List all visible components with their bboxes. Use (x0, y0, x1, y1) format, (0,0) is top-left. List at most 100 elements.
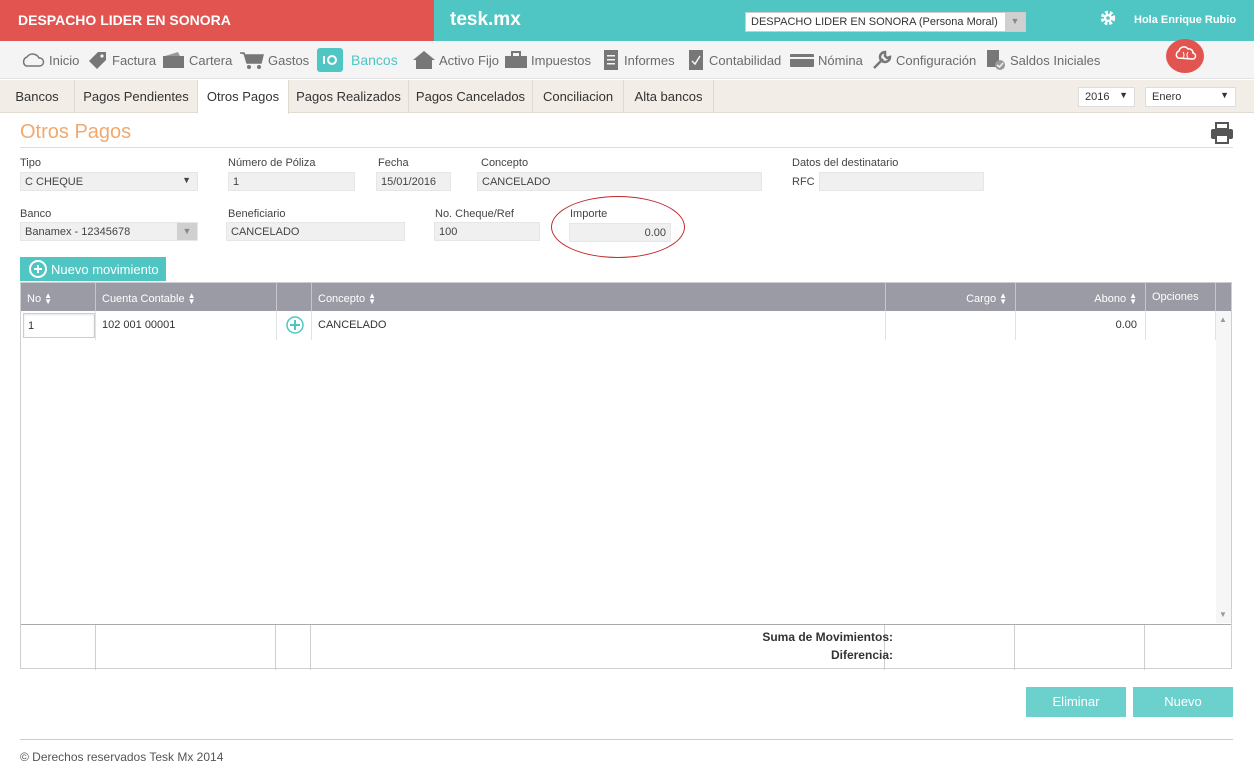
cheque-field[interactable]: 100 (434, 222, 540, 241)
banco-label: Banco (20, 208, 52, 220)
row-add-button[interactable] (277, 311, 312, 340)
row-cuenta[interactable]: 102 001 00001 (96, 311, 277, 340)
scroll-down-icon[interactable]: ▼ (1219, 610, 1227, 619)
user-greeting[interactable]: Hola Enrique Rubio (1134, 14, 1236, 26)
column-header-cuenta[interactable]: Cuenta Contable ▲ ▼ (96, 283, 277, 311)
company-banner: DESPACHO LIDER EN SONORA (0, 0, 434, 41)
row-abono[interactable]: 0.00 (1016, 311, 1146, 340)
main-nav: Inicio Factura Cartera Gastos Bancos Act… (0, 41, 1254, 79)
column-header-spacer (1216, 283, 1231, 311)
summary-cell (276, 625, 311, 670)
assistant-button[interactable] (1166, 39, 1204, 73)
concepto-field[interactable]: CANCELADO (477, 172, 762, 191)
nav-label: Bancos (351, 52, 398, 68)
banco-value: Banamex - 12345678 (25, 226, 131, 238)
briefcase-icon (505, 51, 527, 68)
nav-item-contabilidad[interactable]: Contabilidad (686, 41, 781, 79)
sort-icon: ▲ ▼ (1129, 291, 1137, 307)
summary-cargo (885, 625, 1015, 670)
nav-label: Activo Fijo (439, 52, 499, 68)
column-label: Abono (1094, 293, 1127, 305)
plus-circle-icon (286, 316, 304, 334)
column-header-concepto[interactable]: Concepto ▲ ▼ (312, 283, 886, 311)
sub-tabs: Bancos Pagos Pendientes Otros Pagos Pago… (0, 80, 1254, 114)
card-icon (790, 54, 814, 67)
tab-conciliacion[interactable]: Conciliacion (533, 80, 624, 113)
tab-pagos-cancelados[interactable]: Pagos Cancelados (409, 80, 533, 113)
nav-label: Inicio (49, 52, 80, 68)
poliza-field[interactable]: 1 (228, 172, 355, 191)
page-title: Otros Pagos (20, 121, 132, 143)
delete-button[interactable]: Eliminar (1026, 687, 1126, 717)
fecha-label: Fecha (378, 157, 409, 169)
beneficiario-field[interactable]: CANCELADO (226, 222, 405, 241)
row-cargo[interactable] (886, 311, 1016, 340)
column-header-cargo[interactable]: Cargo ▲ ▼ (886, 283, 1016, 311)
nav-item-configuracion[interactable]: Configuración (871, 41, 976, 79)
scroll-up-icon[interactable]: ▲ (1219, 315, 1227, 324)
nav-item-cartera[interactable]: Cartera (162, 41, 232, 79)
column-label: Cargo (966, 293, 997, 305)
brand-logo[interactable]: tesk.mx (450, 9, 521, 31)
year-select[interactable]: 2016 ▼ (1078, 87, 1135, 107)
print-icon[interactable] (1210, 122, 1234, 144)
tab-otros-pagos[interactable]: Otros Pagos (198, 80, 289, 114)
new-button[interactable]: Nuevo (1133, 687, 1233, 717)
cart-icon (240, 52, 264, 69)
nav-label: Nómina (818, 52, 863, 68)
tab-pagos-realizados[interactable]: Pagos Realizados (289, 80, 409, 113)
nav-item-informes[interactable]: Informes (601, 41, 675, 79)
nav-label: Informes (624, 52, 675, 68)
diff-label: Diferencia: (830, 648, 893, 662)
nav-item-factura[interactable]: Factura (87, 41, 156, 79)
tipo-value: C CHEQUE (25, 176, 84, 188)
column-label: Cuenta Contable (102, 293, 185, 305)
wrench-icon (873, 50, 892, 69)
wallet-icon (163, 52, 184, 68)
scrollbar[interactable]: ▲ ▼ (1216, 311, 1231, 623)
new-movement-button[interactable]: Nuevo movimiento (20, 257, 166, 281)
sort-icon: ▲ ▼ (187, 291, 196, 307)
nav-item-activo-fijo[interactable]: Activo Fijo (412, 41, 499, 79)
month-select[interactable]: Enero ▼ (1145, 87, 1236, 107)
concepto-label: Concepto (481, 157, 529, 169)
row-concepto[interactable]: CANCELADO (312, 311, 886, 340)
column-header-abono[interactable]: Abono ▲ ▼ (1016, 283, 1146, 311)
tab-pagos-pendientes[interactable]: Pagos Pendientes (75, 80, 198, 113)
chevron-down-icon: ▼ (1119, 90, 1128, 100)
banco-select[interactable]: Banamex - 12345678 ▼ (20, 222, 198, 241)
gear-icon[interactable] (1099, 9, 1117, 27)
rfc-field[interactable] (819, 172, 984, 191)
column-label: Concepto (318, 293, 366, 305)
tab-bancos[interactable]: Bancos (0, 80, 75, 113)
row-no-input[interactable]: 1 (23, 313, 95, 338)
sort-icon: ▲ ▼ (999, 291, 1007, 307)
house-icon (413, 51, 435, 69)
nav-item-inicio[interactable]: Inicio (20, 41, 79, 79)
cloud-icon (22, 53, 45, 67)
footer-copyright: © Derechos reservados Tesk Mx 2014 (20, 750, 224, 762)
nav-item-nomina[interactable]: Nómina (789, 41, 863, 79)
nav-item-saldos-iniciales[interactable]: Saldos Iniciales (985, 41, 1100, 79)
column-header-opciones: Opciones (1146, 283, 1216, 311)
row-opciones[interactable] (1146, 311, 1216, 340)
movements-table: No ▲ ▼ Cuenta Contable ▲ ▼ Concepto ▲ ▼ Cargo ▲… (20, 282, 1232, 670)
rfc-label: RFC (792, 176, 815, 188)
nav-item-bancos[interactable]: Bancos (316, 41, 398, 79)
column-header-no[interactable]: No ▲ ▼ (21, 283, 96, 311)
nav-item-gastos[interactable]: Gastos (239, 41, 309, 79)
column-header-blank (277, 283, 312, 311)
fecha-field[interactable]: 15/01/2016 (376, 172, 451, 191)
brain-icon (1175, 46, 1197, 60)
safe-icon (317, 48, 343, 72)
company-select[interactable]: DESPACHO LIDER EN SONORA (Persona Moral)… (745, 12, 1026, 32)
month-value: Enero (1152, 91, 1182, 103)
tag-icon (89, 52, 106, 69)
document-icon (604, 50, 618, 70)
tipo-select[interactable]: C CHEQUE ▼ (20, 172, 198, 191)
tab-alta-bancos[interactable]: Alta bancos (624, 80, 714, 113)
divider (20, 147, 1233, 148)
summary-cell (96, 625, 276, 670)
ledger-icon (689, 50, 703, 70)
nav-item-impuestos[interactable]: Impuestos (504, 41, 591, 79)
